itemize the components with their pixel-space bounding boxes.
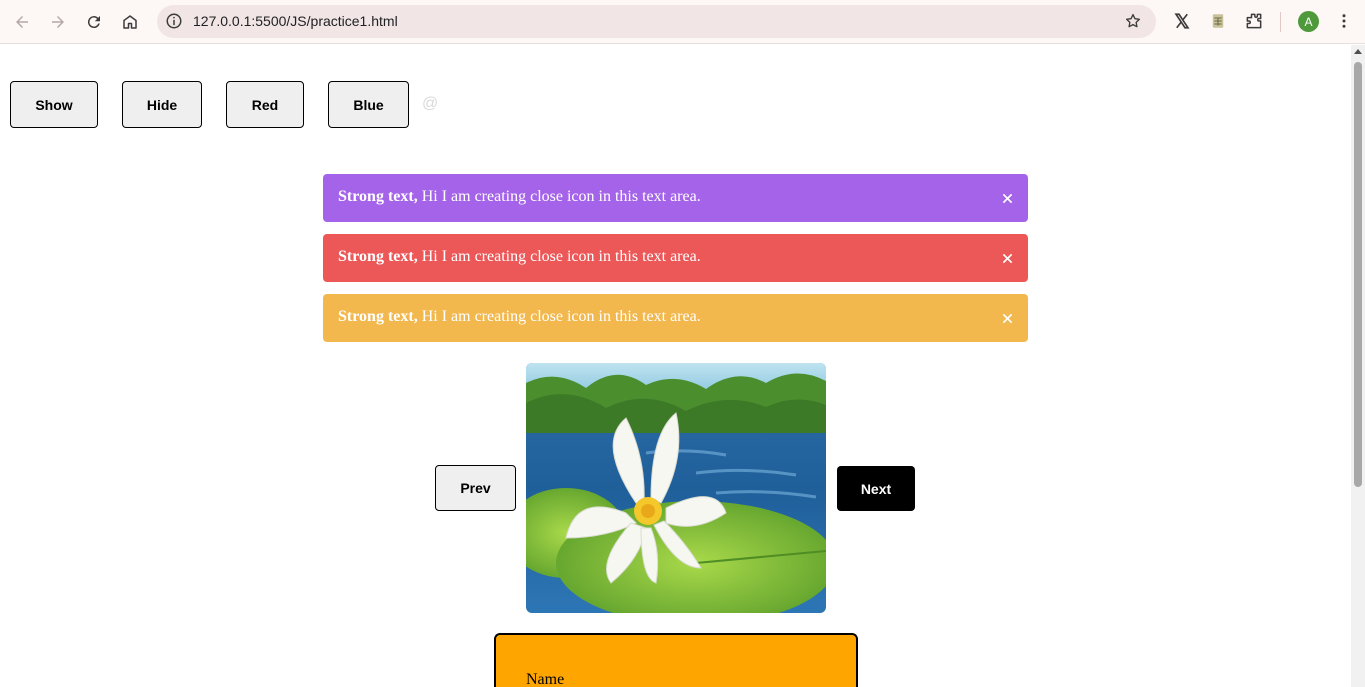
address-bar[interactable]: 127.0.0.1:5500/JS/practice1.html <box>157 5 1156 38</box>
x-extension-icon[interactable] <box>1172 11 1192 31</box>
scrollbar-thumb[interactable] <box>1354 62 1362 487</box>
alert-message: Strong text, Hi I am creating close icon… <box>338 308 701 326</box>
alert-red: Strong text, Hi I am creating close icon… <box>323 234 1028 282</box>
back-button[interactable] <box>7 7 37 37</box>
alert-body-text: Hi I am creating close icon in this text… <box>417 188 701 205</box>
url-text[interactable]: 127.0.0.1:5500/JS/practice1.html <box>193 13 398 29</box>
menu-kebab-icon[interactable] <box>1334 11 1354 31</box>
reload-button[interactable] <box>79 7 109 37</box>
forward-icon <box>52 16 64 28</box>
close-icon[interactable] <box>998 309 1016 327</box>
blue-button[interactable]: Blue <box>328 81 409 128</box>
back-icon <box>16 16 28 28</box>
close-icon[interactable] <box>998 189 1016 207</box>
browser-toolbar: 127.0.0.1:5500/JS/practice1.html A <box>0 0 1365 44</box>
home-icon <box>123 15 137 29</box>
alert-body-text: Hi I am creating close icon in this text… <box>417 248 701 265</box>
page-content: Show Hide Red Blue @ Strong text, Hi I a… <box>0 45 1351 687</box>
site-info-icon[interactable] <box>165 12 183 30</box>
prev-button[interactable]: Prev <box>435 465 516 511</box>
name-label: Name <box>526 671 565 687</box>
alert-purple: Strong text, Hi I am creating close icon… <box>323 174 1028 222</box>
bookmark-star-icon[interactable] <box>1124 12 1142 30</box>
hide-button[interactable]: Hide <box>122 81 202 128</box>
slider-image <box>526 363 826 613</box>
scroll-up-arrow-icon[interactable] <box>1354 49 1362 54</box>
forward-button[interactable] <box>43 7 73 37</box>
water-lily-image <box>526 363 826 613</box>
alert-strong-text: Strong text, <box>338 248 418 265</box>
home-button[interactable] <box>115 7 145 37</box>
form-container: Name <box>494 633 858 687</box>
close-icon[interactable] <box>998 249 1016 267</box>
alert-message: Strong text, Hi I am creating close icon… <box>338 188 701 206</box>
alert-orange: Strong text, Hi I am creating close icon… <box>323 294 1028 342</box>
at-symbol-text: @ <box>422 95 439 112</box>
sheets-extension-icon[interactable] <box>1208 11 1228 31</box>
alert-strong-text: Strong text, <box>338 308 418 325</box>
extensions-puzzle-icon[interactable] <box>1244 11 1264 31</box>
profile-avatar[interactable]: A <box>1298 11 1319 32</box>
next-button[interactable]: Next <box>837 466 915 511</box>
alert-body-text: Hi I am creating close icon in this text… <box>417 308 701 325</box>
show-button[interactable]: Show <box>10 81 98 128</box>
toolbar-divider <box>1280 12 1281 32</box>
alert-strong-text: Strong text, <box>338 188 418 205</box>
reload-icon <box>87 16 100 29</box>
page-scrollbar[interactable] <box>1351 45 1365 687</box>
alert-message: Strong text, Hi I am creating close icon… <box>338 248 701 266</box>
red-button[interactable]: Red <box>226 81 304 128</box>
